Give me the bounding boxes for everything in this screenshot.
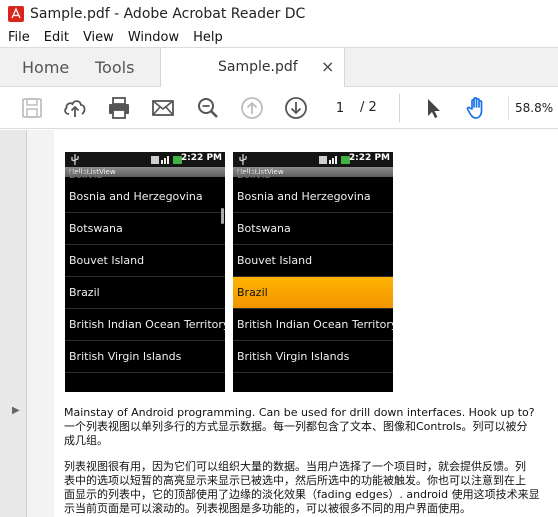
menu-file[interactable]: File: [8, 30, 30, 45]
menu-help[interactable]: Help: [193, 30, 223, 45]
usb-icon: [239, 154, 247, 165]
list-item[interactable]: Botswana: [233, 213, 393, 245]
toolbar: / 2 58.8%: [0, 87, 558, 129]
menu-window[interactable]: Window: [128, 30, 179, 45]
pdf-page: 2:22 PM HelloListView Bolivia Bosnia and…: [54, 130, 558, 517]
document-gutter: [27, 130, 54, 517]
paragraph-line: 示当前页面是可以滚动的。列表视图是多功能的，可以被很多不同的用户界面使用。: [64, 502, 471, 515]
list-item[interactable]: British Indian Ocean Territory: [65, 309, 225, 341]
menu-view[interactable]: View: [83, 30, 114, 45]
email-icon[interactable]: [150, 95, 176, 121]
menu-bar: File Edit View Window Help: [0, 27, 558, 47]
list-item-partial: Bolivia: [237, 170, 271, 181]
list-item[interactable]: Bosnia and Herzegovina: [65, 181, 225, 213]
list-item[interactable]: Brazil: [65, 277, 225, 309]
paragraph-line: Mainstay of Android programming. Can be …: [64, 406, 535, 419]
page-total: / 2: [360, 100, 377, 115]
title-bar: Sample.pdf - Adobe Acrobat Reader DC: [0, 0, 558, 27]
acrobat-logo-icon: [8, 5, 24, 22]
next-page-icon[interactable]: [283, 95, 309, 121]
page-number-input[interactable]: [325, 97, 355, 119]
list-item-selected[interactable]: Brazil: [233, 277, 393, 309]
list-item[interactable]: Bouvet Island: [233, 245, 393, 277]
tab-home[interactable]: Home: [22, 48, 69, 87]
list-item[interactable]: British Virgin Islands: [233, 341, 393, 373]
phone-status-bar: 2:22 PM: [233, 152, 393, 167]
list-item[interactable]: Botswana: [65, 213, 225, 245]
hand-tool-icon[interactable]: [464, 95, 490, 121]
expand-left-panel-icon[interactable]: ▶: [12, 405, 20, 416]
save-icon[interactable]: [19, 95, 45, 121]
close-tab-icon[interactable]: ×: [321, 48, 334, 86]
signal-battery-icon: [319, 156, 350, 164]
document-area: ▶ 2:22 PM HelloListView Bolivia Bosnia a…: [0, 130, 558, 517]
print-icon[interactable]: [106, 95, 132, 121]
paragraph-line: 表中的选项以短暂的高亮显示来显示已被选中，然后所选中的功能被触发。你也可以注意到…: [64, 474, 526, 487]
list-item[interactable]: Bosnia and Herzegovina: [233, 181, 393, 213]
phone-clock: 2:22 PM: [180, 153, 222, 163]
list-item[interactable]: British Virgin Islands: [65, 341, 225, 373]
usb-icon: [71, 154, 79, 165]
phone-screenshot: 2:22 PM HelloListView Bolivia Bosnia and…: [65, 152, 225, 392]
paragraph-line: 面显示的列表中，它的顶部使用了边缘的淡化效果（fading edges）. an…: [64, 488, 540, 501]
document-tab-label: Sample.pdf: [218, 59, 298, 75]
tab-document[interactable]: Sample.pdf ×: [160, 48, 345, 87]
left-panel: ▶: [0, 130, 27, 517]
list-item-partial: Bolivia: [69, 170, 103, 181]
zoom-out-icon[interactable]: [195, 95, 221, 121]
previous-page-icon[interactable]: [239, 95, 265, 121]
toolbar-separator: [399, 94, 400, 122]
window-title: Sample.pdf - Adobe Acrobat Reader DC: [30, 5, 306, 22]
signal-battery-icon: [151, 156, 182, 164]
paragraph-line: 成几组。: [64, 434, 108, 447]
menu-edit[interactable]: Edit: [44, 30, 69, 45]
tab-tools[interactable]: Tools: [95, 48, 134, 87]
phone-status-bar: 2:22 PM: [65, 152, 225, 167]
phone-screenshot-selected: 2:22 PM HelloListView Bolivia Bosnia and…: [233, 152, 393, 392]
tab-bar: Home Tools Sample.pdf ×: [0, 47, 558, 87]
paragraph-line: 一个列表视图以单列多行的方式显示数据。每一列都包含了文本、图像和Controls…: [64, 420, 528, 433]
zoom-level[interactable]: 58.8%: [508, 96, 558, 120]
paragraph-line: 列表视图很有用，因为它们可以组织大量的数据。当用户选择了一个项目时，就会提供反馈…: [64, 460, 526, 473]
upload-icon[interactable]: [62, 95, 88, 121]
phone-clock: 2:22 PM: [348, 153, 390, 163]
list-item[interactable]: British Indian Ocean Territory: [233, 309, 393, 341]
list-scrollbar: [221, 208, 224, 224]
acrobat-window: Sample.pdf - Adobe Acrobat Reader DC Fil…: [0, 0, 558, 517]
select-arrow-icon[interactable]: [420, 95, 446, 121]
list-item[interactable]: Bouvet Island: [65, 245, 225, 277]
